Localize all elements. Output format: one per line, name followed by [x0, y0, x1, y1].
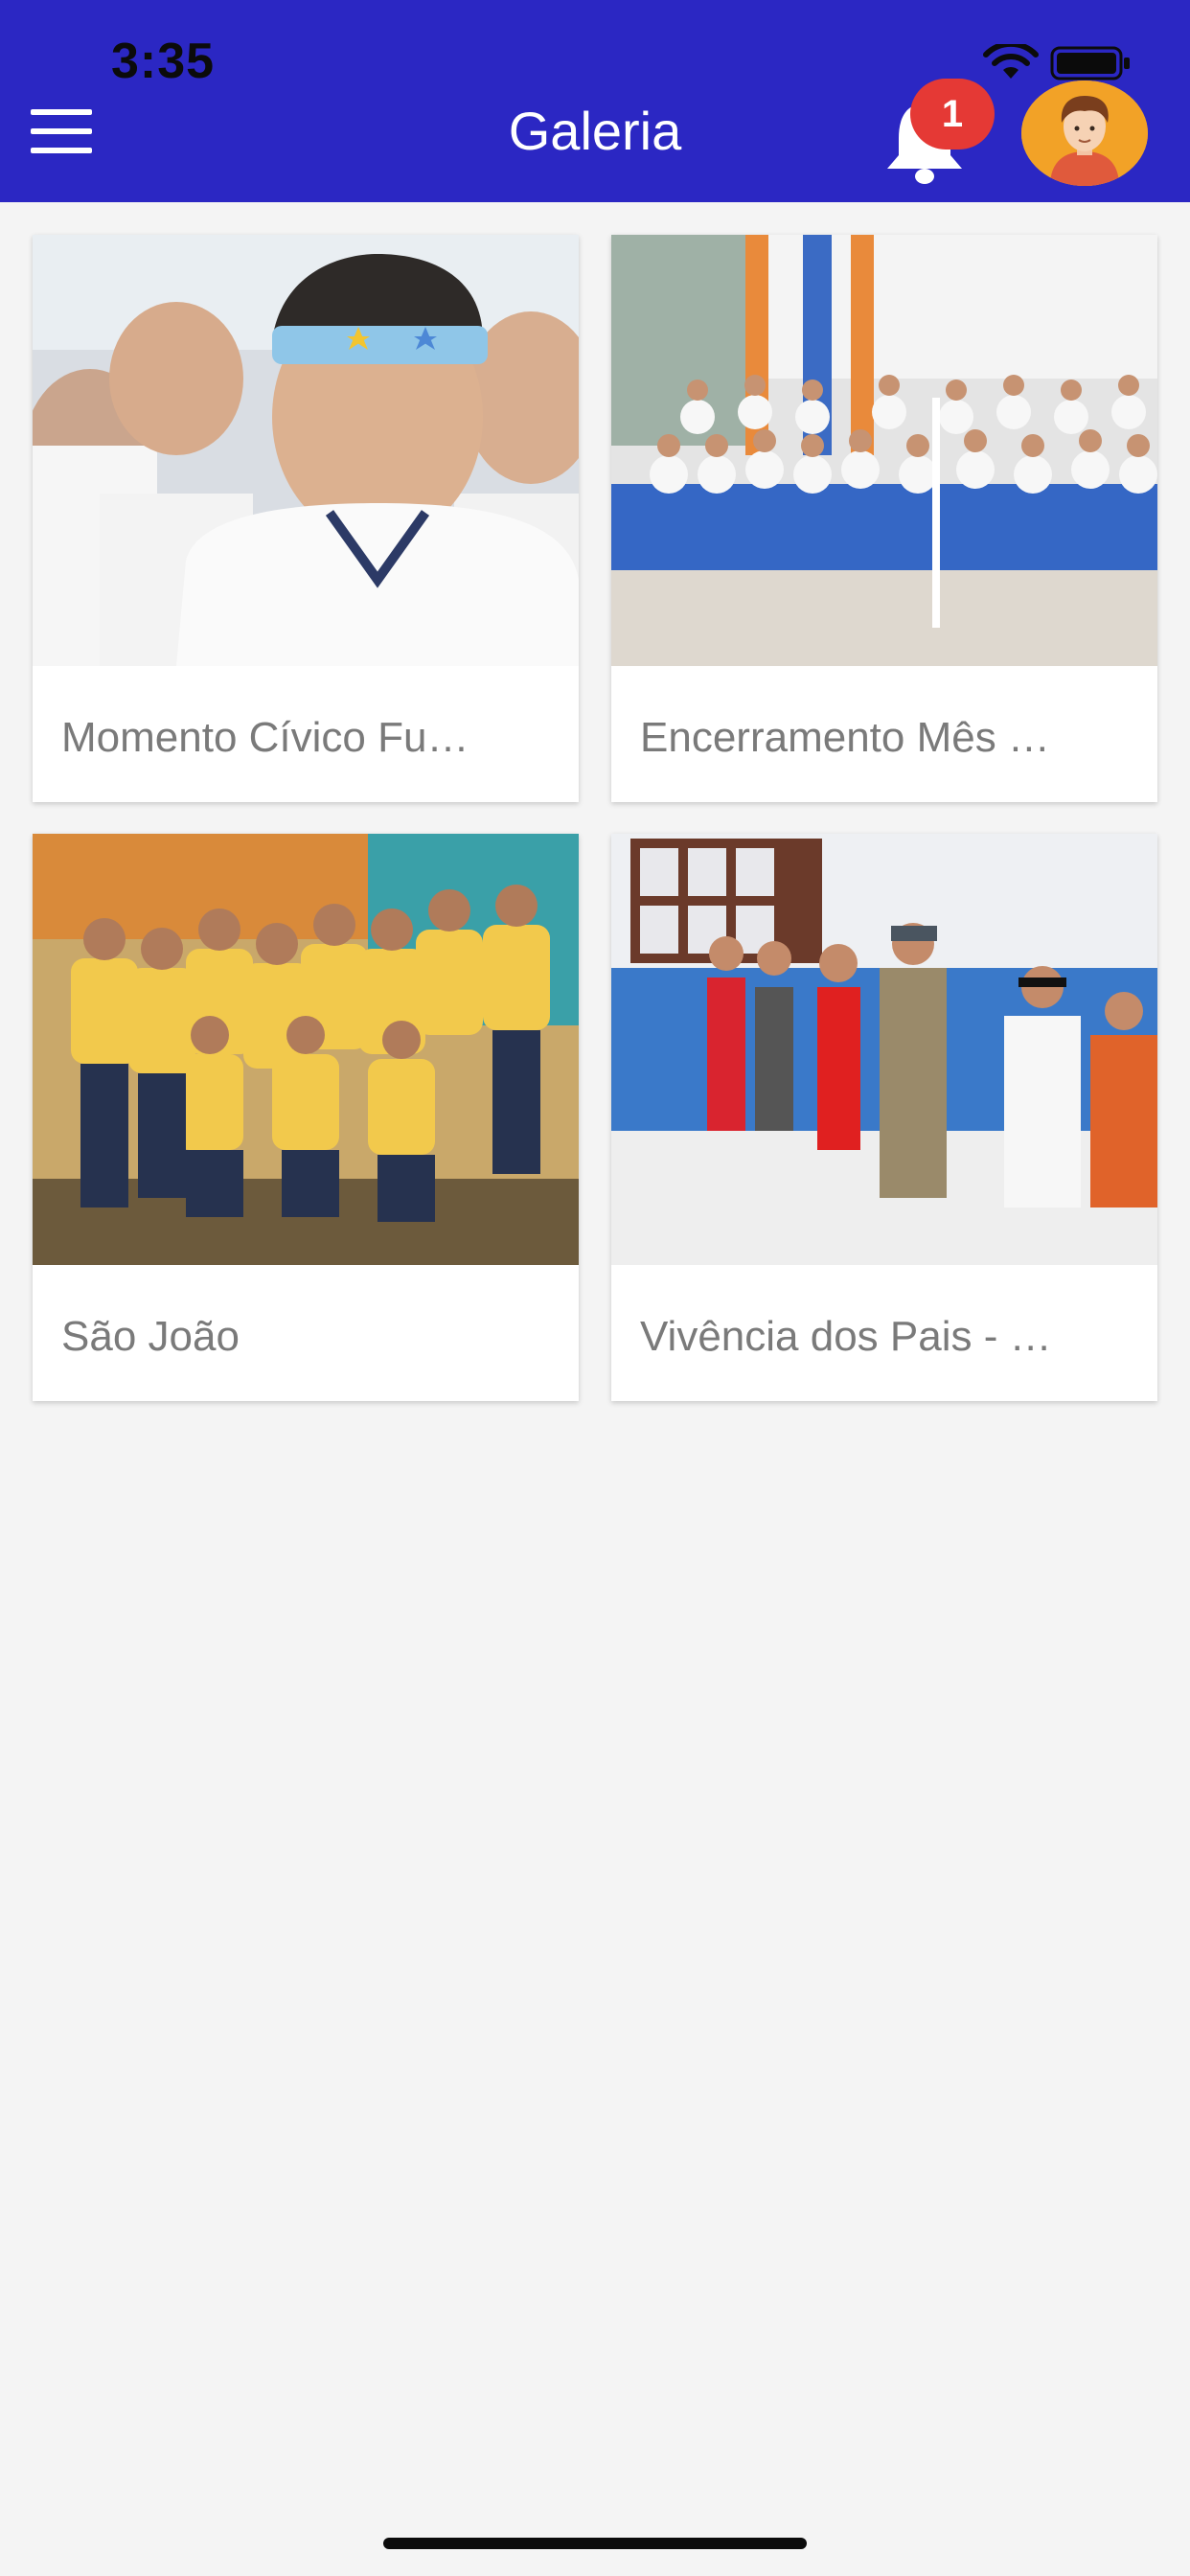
wifi-icon — [983, 44, 1039, 79]
app-header: 3:35 Galeria 1 — [0, 0, 1190, 202]
avatar-icon — [1021, 80, 1148, 186]
album-title: Vivência dos Pais - … — [640, 1313, 1052, 1360]
album-photo — [611, 834, 1157, 1265]
album-photo — [33, 834, 579, 1265]
album-photo — [611, 235, 1157, 666]
home-indicator[interactable] — [383, 2538, 807, 2549]
album-title: Encerramento Mês … — [640, 714, 1050, 761]
album-card[interactable]: Momento Cívico Fu… — [33, 235, 579, 802]
album-photo — [33, 235, 579, 666]
album-card[interactable]: Vivência dos Pais - … — [611, 834, 1157, 1401]
status-time: 3:35 — [111, 34, 216, 89]
album-card[interactable]: São João — [33, 834, 579, 1401]
avatar[interactable] — [1021, 80, 1148, 186]
album-title: Momento Cívico Fu… — [61, 714, 469, 761]
notification-badge: 1 — [910, 79, 995, 150]
album-title: São João — [61, 1313, 240, 1360]
battery-icon — [1050, 46, 1130, 80]
album-card[interactable]: Encerramento Mês … — [611, 235, 1157, 802]
page-title: Galeria — [508, 101, 682, 161]
